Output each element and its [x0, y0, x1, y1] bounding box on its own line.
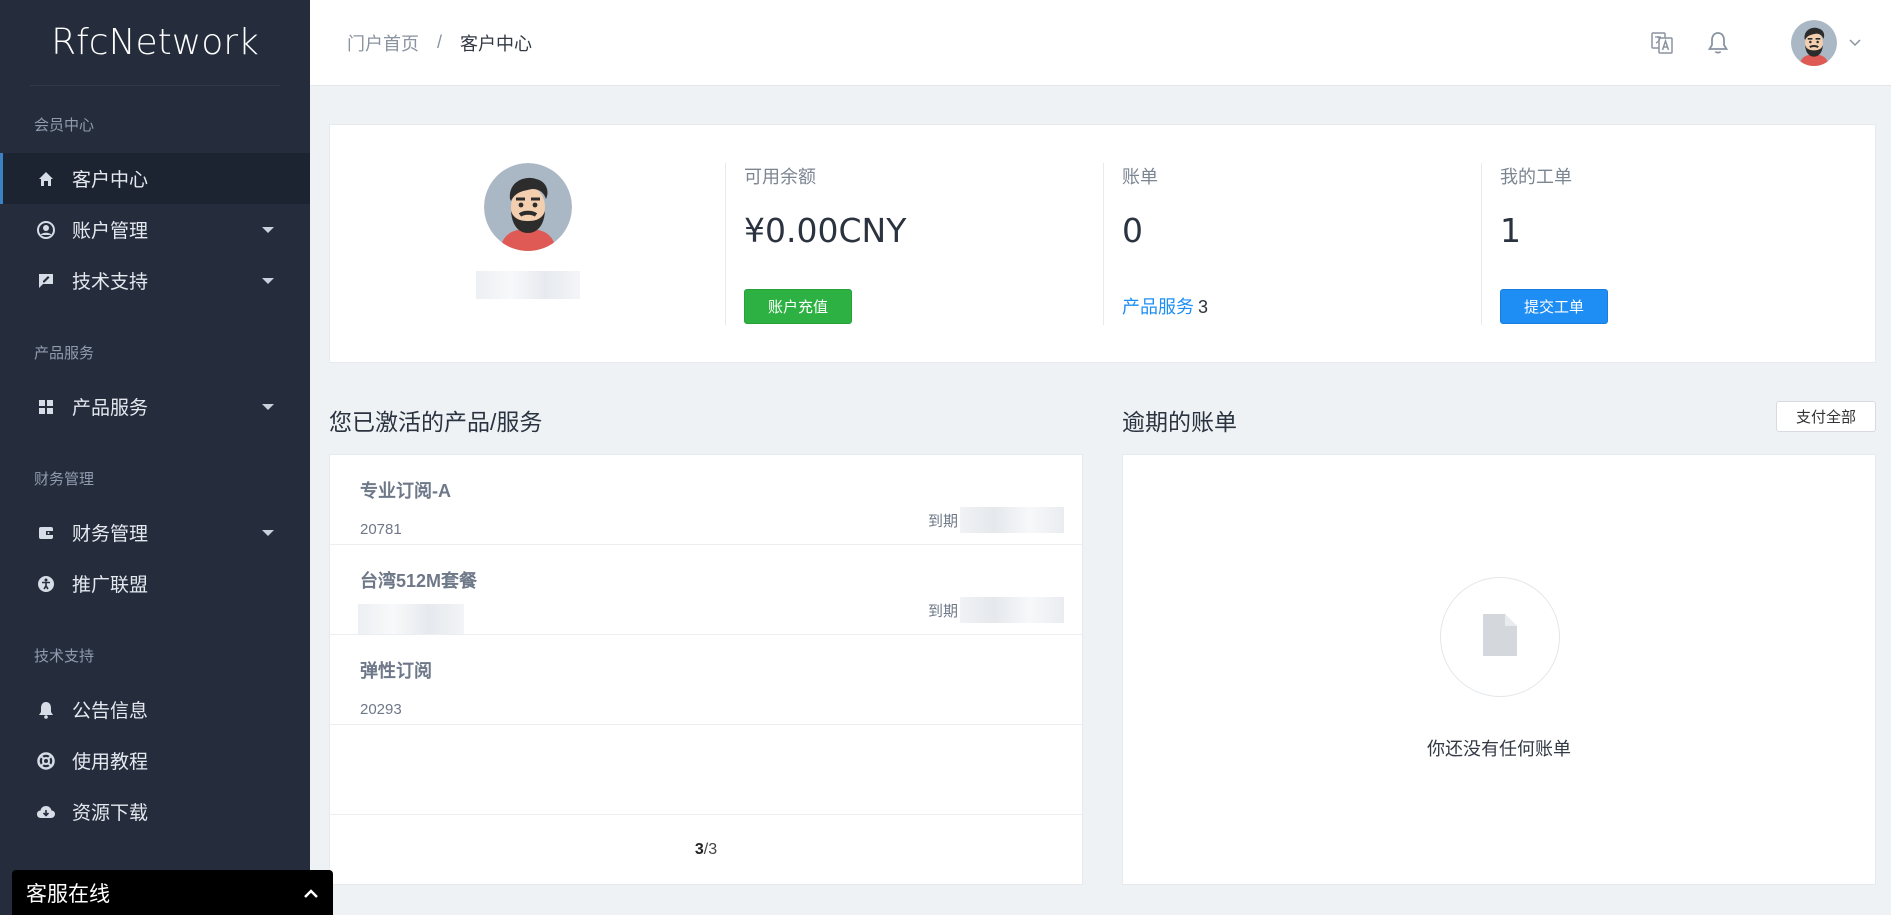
product-name: 专业订阅-A	[360, 481, 451, 501]
profile-summary	[330, 125, 725, 362]
top-header: 门户首页 / 客户中心	[310, 0, 1891, 86]
sidebar-item-label: 账户管理	[72, 221, 149, 242]
sidebar-item-label: 技术支持	[72, 272, 149, 293]
caret-down-icon	[262, 529, 274, 536]
sidebar-item-announcements[interactable]: 公告信息	[0, 684, 310, 735]
sidebar-item-tutorials[interactable]: 使用教程	[0, 735, 310, 786]
sidebar-item-label: 财务管理	[72, 524, 149, 545]
account-stats-card: 可用余额 ¥0.00CNY 账户充值 账单 0 产品服务 3 我的工单 1 提交工…	[329, 124, 1876, 363]
brand-logo[interactable]: RfcNetwork	[30, 0, 280, 86]
products-services-link-label: 产品服务	[1122, 297, 1194, 317]
sidebar-item-label: 产品服务	[72, 398, 149, 419]
expire-date-redacted	[960, 507, 1064, 533]
sidebar-item-account[interactable]: 账户管理	[0, 204, 310, 255]
overdue-bills-panel: 你还没有任何账单	[1122, 454, 1876, 885]
bell-icon[interactable]	[1705, 30, 1731, 56]
sidebar-item-client-center[interactable]: 客户中心	[0, 153, 310, 204]
caret-down-icon	[262, 403, 274, 410]
balance-label: 可用余额	[744, 167, 816, 187]
lifebuoy-icon	[36, 751, 56, 771]
sidebar-item-finance[interactable]: 财务管理	[0, 507, 310, 558]
sidebar-item-label: 推广联盟	[72, 575, 149, 596]
overdue-bills-title: 逾期的账单	[1122, 409, 1237, 435]
expire-date-redacted	[960, 597, 1064, 623]
sidebar-item-label: 客户中心	[72, 170, 149, 191]
breadcrumb-home-link[interactable]: 门户首页	[347, 30, 419, 56]
user-circle-icon	[36, 220, 56, 240]
list-item[interactable]: 弹性订阅 20293	[330, 635, 1082, 725]
breadcrumb-separator: /	[437, 32, 443, 52]
empty-state-text: 你还没有任何账单	[1427, 739, 1571, 759]
home-icon	[36, 169, 56, 189]
user-avatar[interactable]	[1791, 20, 1837, 66]
username-redacted	[475, 271, 580, 299]
tickets-value: 1	[1500, 211, 1521, 250]
sidebar-item-tech-support[interactable]: 技术支持	[0, 255, 310, 306]
sidebar-section-products: 产品服务 产品服务	[0, 342, 310, 432]
chevron-down-icon[interactable]	[1849, 34, 1861, 52]
sidebar-section-title: 会员中心	[34, 117, 95, 134]
grid-icon	[36, 397, 56, 417]
breadcrumb-current: 客户中心	[460, 33, 533, 54]
breadcrumb: 门户首页 / 客户中心	[347, 30, 532, 56]
balance-value: ¥0.00CNY	[744, 211, 907, 250]
submit-ticket-button[interactable]: 提交工单	[1500, 289, 1608, 324]
sidebar-item-label: 使用教程	[72, 752, 149, 773]
sidebar: RfcNetwork 会员中心 客户中心 账户管理 技术支持 产品服务 产品服务…	[0, 0, 310, 915]
sidebar-item-products[interactable]: 产品服务	[0, 381, 310, 432]
translate-icon[interactable]	[1649, 30, 1675, 56]
sidebar-item-affiliate[interactable]: 推广联盟	[0, 558, 310, 609]
products-services-link[interactable]: 产品服务 3	[1122, 293, 1208, 319]
product-id-redacted	[358, 604, 464, 634]
wallet-icon	[36, 523, 56, 543]
file-icon	[1481, 612, 1519, 663]
product-name: 弹性订阅	[360, 661, 432, 681]
product-name: 台湾512M套餐	[360, 571, 478, 591]
chevron-up-icon[interactable]	[303, 881, 319, 905]
expire-label: 到期	[927, 602, 958, 620]
profile-avatar	[483, 163, 572, 251]
product-expire: 到期	[928, 507, 1064, 533]
sidebar-section-finance: 财务管理 财务管理 推广联盟	[0, 468, 310, 609]
pager-current: 3	[694, 840, 704, 858]
expire-label: 到期	[927, 512, 958, 530]
list-item[interactable]: 台湾512M套餐 到期	[330, 545, 1082, 635]
customer-service-chat-bar[interactable]: 客服在线	[12, 870, 333, 915]
chat-label: 客服在线	[26, 882, 110, 906]
accessibility-icon	[36, 574, 56, 594]
header-actions	[1649, 0, 1861, 86]
cloud-download-icon	[36, 802, 56, 822]
caret-down-icon	[262, 277, 274, 284]
sidebar-item-label: 公告信息	[72, 701, 149, 722]
tickets-label: 我的工单	[1500, 167, 1572, 187]
pay-all-button[interactable]: 支付全部	[1776, 401, 1876, 432]
recharge-button[interactable]: 账户充值	[744, 289, 852, 324]
list-item[interactable]: 专业订阅-A 20781 到期	[330, 455, 1082, 545]
bell-icon	[36, 700, 56, 720]
active-products-panel: 专业订阅-A 20781 到期 台湾512M套餐 到期 弹性订阅 20293 3…	[329, 454, 1083, 885]
active-products-title: 您已激活的产品/服务	[329, 409, 543, 435]
sidebar-section-support: 技术支持 公告信息 使用教程 资源下载	[0, 645, 310, 837]
products-services-count: 3	[1198, 297, 1209, 317]
chat-edit-icon	[36, 271, 56, 291]
balance-stat: 可用余额 ¥0.00CNY 账户充值	[725, 163, 1103, 325]
bills-value: 0	[1122, 211, 1143, 250]
sidebar-item-label: 资源下载	[72, 803, 149, 824]
product-expire: 到期	[928, 597, 1064, 623]
bills-stat: 账单 0 产品服务 3	[1103, 163, 1481, 325]
product-id: 20293	[360, 701, 402, 718]
pagination[interactable]: 3/3	[330, 814, 1082, 884]
empty-state-illustration	[1440, 577, 1560, 697]
tickets-stat: 我的工单 1 提交工单	[1481, 163, 1859, 325]
pager-total: /3	[703, 840, 718, 858]
sidebar-section-title: 财务管理	[34, 471, 95, 488]
sidebar-section-member: 会员中心 客户中心 账户管理 技术支持	[0, 114, 310, 306]
sidebar-section-title: 技术支持	[34, 648, 95, 665]
caret-down-icon	[262, 226, 274, 233]
bills-label: 账单	[1122, 167, 1158, 187]
sidebar-section-title: 产品服务	[34, 345, 95, 362]
sidebar-item-downloads[interactable]: 资源下载	[0, 786, 310, 837]
